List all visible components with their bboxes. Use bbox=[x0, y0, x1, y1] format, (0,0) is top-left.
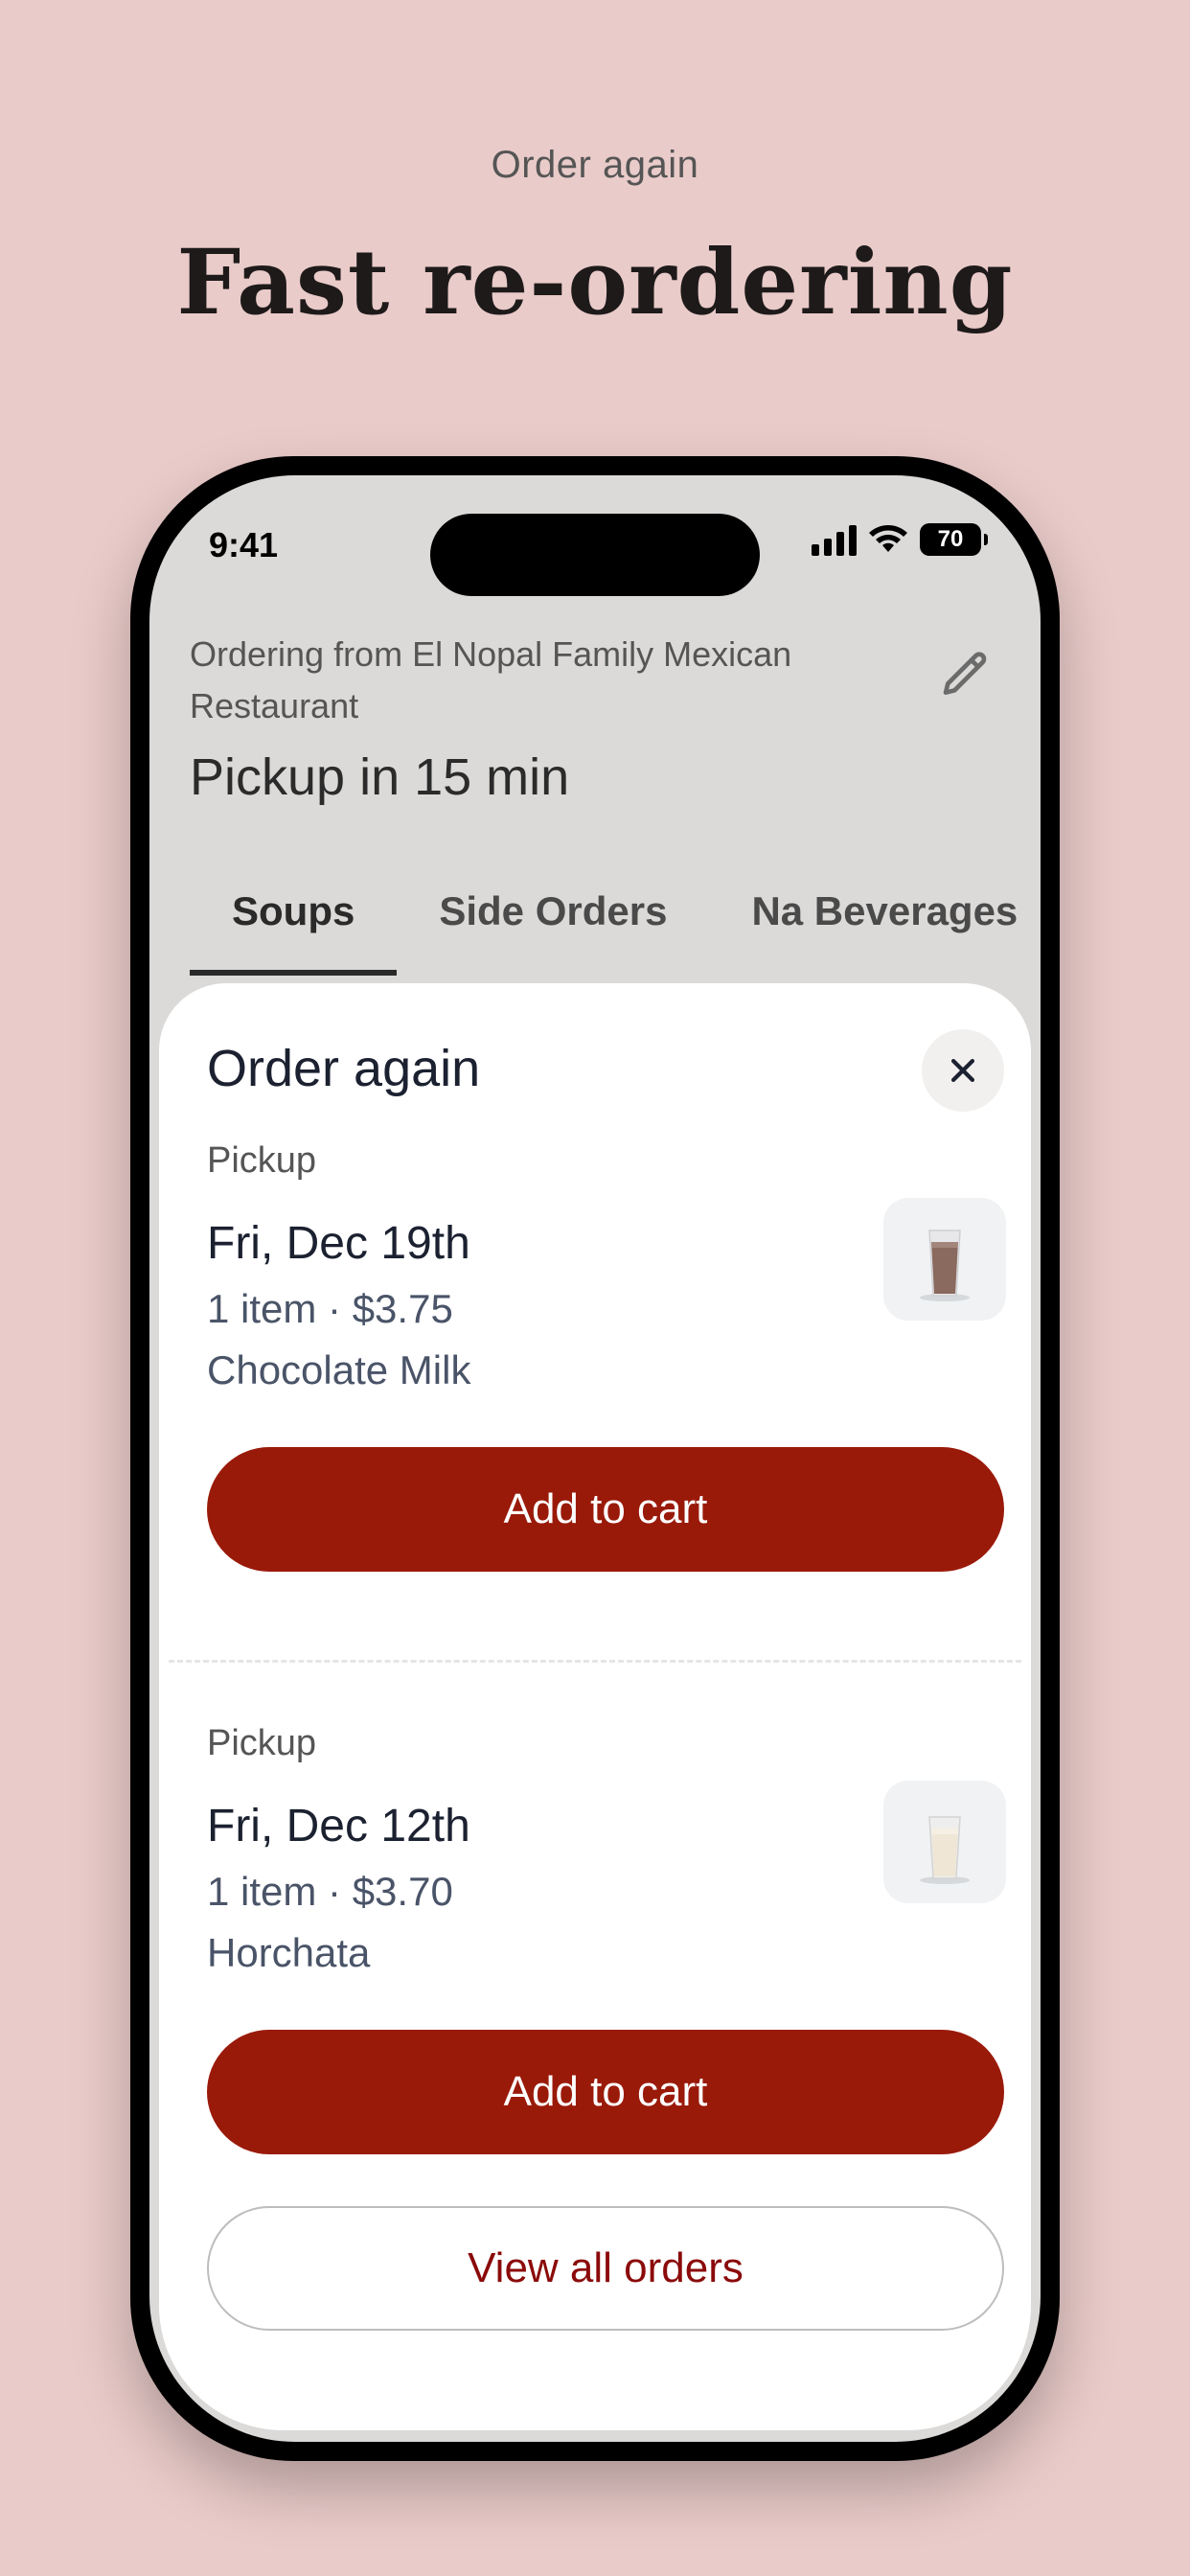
horchata-image bbox=[883, 1781, 1006, 1903]
view-all-orders-button[interactable]: View all orders bbox=[207, 2206, 1004, 2331]
close-button[interactable] bbox=[922, 1029, 1004, 1112]
status-icons: 70 bbox=[812, 523, 988, 556]
close-icon bbox=[950, 1058, 975, 1083]
promo-title: Fast re-ordering bbox=[176, 230, 1014, 335]
order-again-sheet: Order again Pickup Fri, Dec 19th 1 item … bbox=[159, 983, 1031, 2430]
category-tabs: Soups Side Orders Na Beverages bbox=[190, 868, 1041, 976]
order-type: Pickup bbox=[207, 1723, 317, 1763]
chocolate-milk-image bbox=[883, 1198, 1006, 1321]
cellular-signal-icon bbox=[812, 523, 857, 556]
phone-screen: 9:41 70 Ordering from El Nopal Family Me… bbox=[149, 475, 1041, 2442]
status-time: 9:41 bbox=[209, 525, 279, 564]
pickup-eta[interactable]: Pickup in 15 min bbox=[190, 748, 569, 807]
tab-side-orders[interactable]: Side Orders bbox=[397, 868, 709, 976]
add-to-cart-button[interactable]: Add to cart bbox=[207, 1447, 1004, 1572]
order-summary: 1 item · $3.75 bbox=[207, 1286, 453, 1331]
tab-soups[interactable]: Soups bbox=[190, 868, 398, 976]
pencil-icon[interactable] bbox=[939, 648, 993, 702]
order-date: Fri, Dec 12th bbox=[207, 1801, 470, 1852]
order-item-name: Horchata bbox=[207, 1930, 371, 1975]
order-date: Fri, Dec 19th bbox=[207, 1218, 470, 1269]
order-type: Pickup bbox=[207, 1140, 317, 1181]
sheet-title: Order again bbox=[207, 1040, 481, 1097]
ordering-from-text: Ordering from El Nopal Family Mexican Re… bbox=[190, 634, 792, 725]
battery-icon: 70 bbox=[920, 523, 988, 556]
phone-frame: 9:41 70 Ordering from El Nopal Family Me… bbox=[130, 456, 1060, 2461]
divider bbox=[169, 1660, 1021, 1663]
order-summary: 1 item · $3.70 bbox=[207, 1869, 453, 1914]
promo-eyebrow: Order again bbox=[491, 144, 699, 186]
add-to-cart-button[interactable]: Add to cart bbox=[207, 2030, 1004, 2154]
dynamic-island bbox=[430, 514, 760, 596]
wifi-icon bbox=[869, 525, 907, 552]
tab-na-beverages[interactable]: Na Beverages bbox=[709, 868, 1041, 976]
order-item-name: Chocolate Milk bbox=[207, 1347, 471, 1392]
